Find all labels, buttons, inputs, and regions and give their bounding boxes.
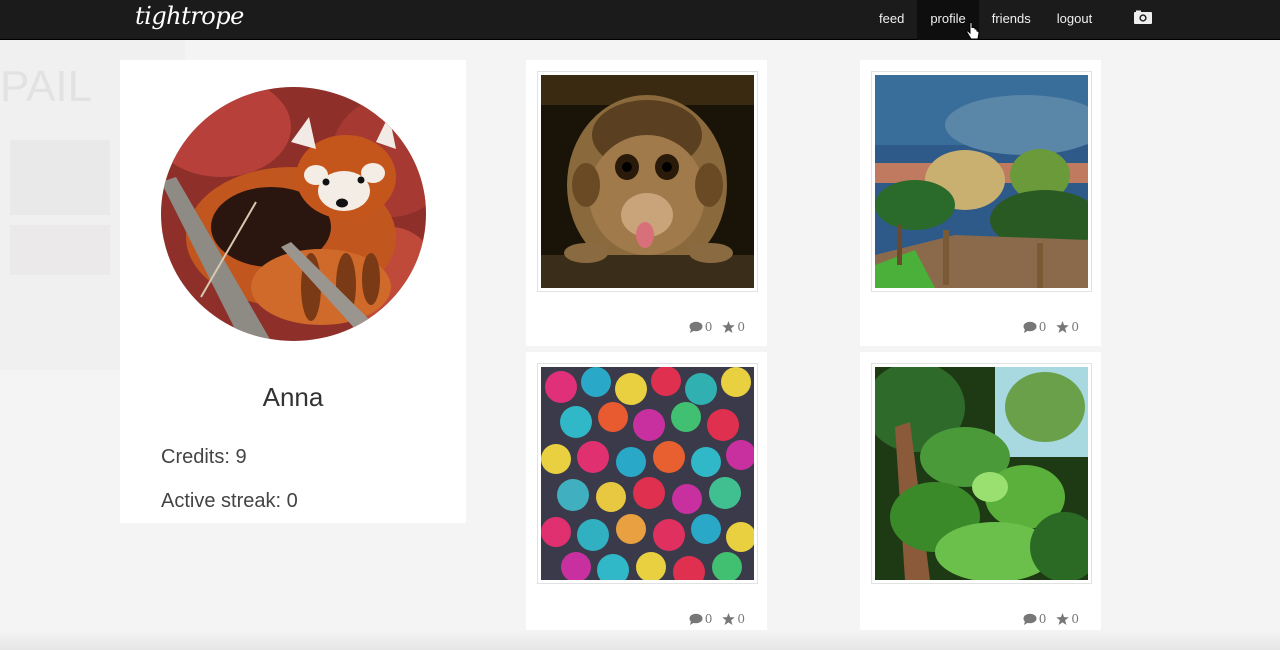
comment-count-value: 0 (704, 320, 713, 334)
comment-count-value: 0 (1038, 320, 1047, 334)
star-count[interactable]: 0 (1056, 612, 1079, 626)
top-navbar: tightrope feed profile friends logout (0, 0, 1280, 40)
nav-logout[interactable]: logout (1044, 0, 1105, 40)
comment-count-value: 0 (1038, 612, 1047, 626)
ghost-overlay-text: PAIL (0, 62, 93, 111)
star-count-value: 0 (1071, 320, 1079, 334)
garden-photo[interactable] (871, 71, 1092, 292)
umbrellas-photo[interactable] (537, 363, 758, 584)
monkey-photo[interactable] (537, 71, 758, 292)
star-count[interactable]: 0 (722, 612, 745, 626)
brand-logo[interactable]: tightrope (135, 0, 244, 32)
comment-icon (689, 613, 703, 625)
comment-icon (1023, 613, 1037, 625)
photo-meta: 0 0 (689, 612, 745, 626)
profile-name: Anna (262, 382, 324, 412)
photo-card: 0 0 (526, 352, 767, 638)
camera-icon[interactable] (1133, 10, 1153, 25)
star-count-value: 0 (737, 320, 745, 334)
red-panda-photo[interactable] (161, 87, 426, 341)
star-count[interactable]: 0 (1056, 320, 1079, 334)
jungle-photo[interactable] (871, 363, 1092, 584)
comment-icon (689, 321, 703, 333)
ghost-block (10, 225, 110, 275)
comment-icon (1023, 321, 1037, 333)
star-icon (722, 321, 736, 333)
photo-card: 0 0 (860, 60, 1101, 346)
nav-friends[interactable]: friends (979, 0, 1044, 40)
profile-card: Anna Credits: 9 Active streak: 0 (120, 60, 466, 523)
star-count-value: 0 (1071, 612, 1079, 626)
star-icon (1056, 613, 1070, 625)
comment-count[interactable]: 0 (689, 320, 713, 334)
main-nav: feed profile friends logout (866, 0, 1105, 40)
photo-card: 0 0 (860, 352, 1101, 638)
star-icon (722, 613, 736, 625)
comment-count[interactable]: 0 (1023, 612, 1047, 626)
comment-count-value: 0 (704, 612, 713, 626)
comment-count[interactable]: 0 (1023, 320, 1047, 334)
ghost-block (10, 140, 110, 215)
pointer-cursor-icon (966, 22, 980, 42)
streak-stat: Active streak: 0 (161, 490, 298, 512)
nav-feed[interactable]: feed (866, 0, 917, 40)
photo-card: 0 0 (526, 60, 767, 346)
photo-meta: 0 0 (689, 320, 745, 334)
bottom-shade (0, 630, 1280, 650)
photo-meta: 0 0 (1023, 320, 1079, 334)
comment-count[interactable]: 0 (689, 612, 713, 626)
photo-meta: 0 0 (1023, 612, 1079, 626)
credits-stat: Credits: 9 (161, 446, 247, 468)
star-count[interactable]: 0 (722, 320, 745, 334)
star-count-value: 0 (737, 612, 745, 626)
star-icon (1056, 321, 1070, 333)
